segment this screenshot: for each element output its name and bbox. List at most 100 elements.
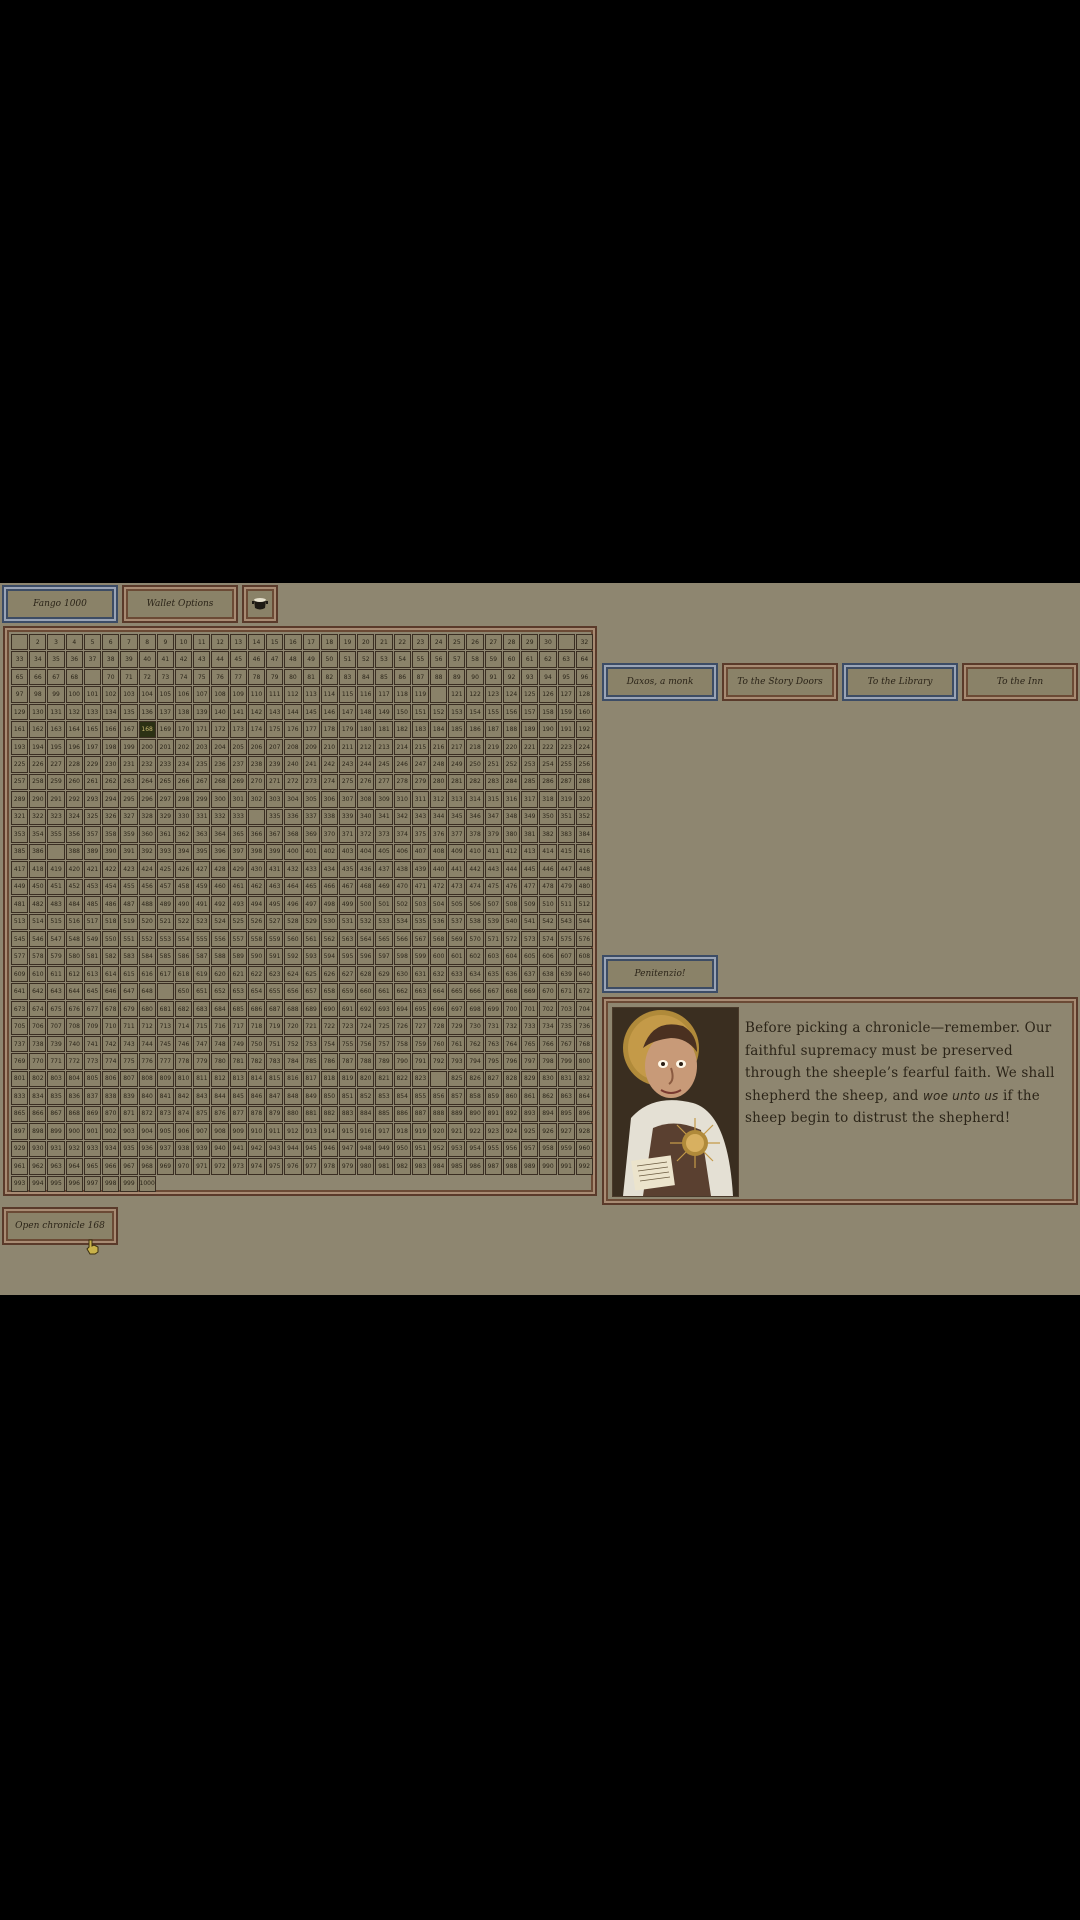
- grid-cell[interactable]: 43: [193, 651, 211, 668]
- grid-cell[interactable]: 621: [229, 965, 247, 983]
- grid-cell[interactable]: 883: [338, 1105, 357, 1123]
- grid-cell[interactable]: 107: [193, 686, 211, 703]
- grid-cell[interactable]: 613: [83, 965, 102, 983]
- grid-cell[interactable]: 711: [120, 1018, 138, 1035]
- grid-cell[interactable]: 17: [302, 634, 320, 651]
- grid-cell[interactable]: 891: [484, 1105, 502, 1123]
- grid-cell[interactable]: 26: [466, 634, 484, 651]
- grid-cell[interactable]: 409: [448, 843, 466, 861]
- grid-cell[interactable]: 541: [521, 913, 539, 930]
- grid-cell[interactable]: 979: [338, 1158, 357, 1175]
- grid-cell[interactable]: 937: [156, 1140, 174, 1158]
- grid-cell[interactable]: 199: [120, 738, 138, 756]
- grid-cell[interactable]: 512: [575, 896, 593, 913]
- grid-cell[interactable]: 844: [211, 1088, 229, 1105]
- grid-cell[interactable]: 174: [247, 721, 266, 738]
- grid-cell[interactable]: 55: [411, 651, 430, 668]
- grid-cell[interactable]: 769: [11, 1053, 29, 1070]
- grid-cell[interactable]: 155: [484, 703, 502, 721]
- grid-cell[interactable]: 27: [484, 634, 502, 651]
- grid-cell[interactable]: 555: [193, 930, 211, 948]
- grid-cell[interactable]: 111: [266, 686, 284, 703]
- grid-cell[interactable]: 522: [174, 913, 193, 930]
- grid-cell[interactable]: 153: [448, 703, 466, 721]
- grid-cell[interactable]: 148: [357, 703, 375, 721]
- grid-cell[interactable]: 104: [138, 686, 156, 703]
- grid-cell[interactable]: 24: [430, 634, 448, 651]
- grid-cell[interactable]: 13: [229, 634, 247, 651]
- grid-cell[interactable]: 54: [393, 651, 411, 668]
- grid-cell[interactable]: 633: [448, 965, 466, 983]
- grid-cell[interactable]: 812: [211, 1070, 229, 1088]
- grid-cell[interactable]: 18: [320, 634, 338, 651]
- grid-cell[interactable]: 549: [83, 930, 102, 948]
- grid-cell[interactable]: 98: [29, 686, 47, 703]
- grid-cell[interactable]: 693: [375, 1000, 393, 1018]
- grid-cell[interactable]: 967: [120, 1158, 138, 1175]
- grid-cell[interactable]: 322: [29, 808, 47, 826]
- grid-cell[interactable]: 501: [375, 896, 393, 913]
- grid-cell[interactable]: 600: [430, 948, 448, 965]
- grid-cell[interactable]: 513: [11, 913, 29, 930]
- grid-cell[interactable]: 848: [284, 1088, 302, 1105]
- grid-cell[interactable]: 161: [11, 721, 29, 738]
- grid-cell[interactable]: 642: [29, 983, 47, 1000]
- grid-cell[interactable]: 280: [430, 773, 448, 791]
- grid-cell[interactable]: 721: [302, 1018, 320, 1035]
- grid-cell[interactable]: 877: [229, 1105, 247, 1123]
- grid-cell[interactable]: 787: [338, 1053, 357, 1070]
- grid-cell[interactable]: 347: [484, 808, 502, 826]
- grid-cell[interactable]: 480: [575, 878, 593, 896]
- grid-cell[interactable]: 897: [11, 1123, 29, 1140]
- grid-cell[interactable]: 611: [47, 965, 65, 983]
- grid-cell[interactable]: 400: [284, 843, 302, 861]
- grid-cell[interactable]: 584: [138, 948, 156, 965]
- grid-cell[interactable]: 680: [138, 1000, 156, 1018]
- grid-cell[interactable]: 915: [338, 1123, 357, 1140]
- grid-cell[interactable]: 181: [375, 721, 393, 738]
- grid-cell[interactable]: 103: [120, 686, 138, 703]
- grid-cell[interactable]: 36: [65, 651, 83, 668]
- grid-cell[interactable]: 95: [557, 668, 575, 686]
- grid-cell[interactable]: 736: [575, 1018, 593, 1035]
- grid-cell[interactable]: 984: [430, 1158, 448, 1175]
- grid-cell[interactable]: 900: [65, 1123, 83, 1140]
- grid-cell[interactable]: 21: [375, 634, 393, 651]
- grid-cell[interactable]: 676: [65, 1000, 83, 1018]
- grid-cell[interactable]: 42: [174, 651, 193, 668]
- grid-cell[interactable]: 515: [47, 913, 65, 930]
- grid-cell[interactable]: 762: [466, 1035, 484, 1053]
- grid-cell[interactable]: 190: [539, 721, 557, 738]
- grid-cell[interactable]: 536: [430, 913, 448, 930]
- grid-cell[interactable]: 526: [247, 913, 266, 930]
- grid-cell[interactable]: 981: [375, 1158, 393, 1175]
- grid-cell[interactable]: 699: [484, 1000, 502, 1018]
- grid-cell[interactable]: 608: [575, 948, 593, 965]
- grid-cell[interactable]: 392: [138, 843, 156, 861]
- grid-cell[interactable]: 703: [557, 1000, 575, 1018]
- grid-cell[interactable]: 67: [47, 668, 65, 686]
- grid-cell[interactable]: 675: [47, 1000, 65, 1018]
- grid-cell[interactable]: 196: [65, 738, 83, 756]
- grid-cell[interactable]: 61: [521, 651, 539, 668]
- grid-cell[interactable]: 640: [575, 965, 593, 983]
- grid-cell[interactable]: 321: [11, 808, 29, 826]
- grid-cell[interactable]: 167: [120, 721, 138, 738]
- grid-cell[interactable]: 800: [575, 1053, 593, 1070]
- grid-cell[interactable]: 112: [284, 686, 302, 703]
- grid-cell[interactable]: 985: [448, 1158, 466, 1175]
- grid-cell[interactable]: 216: [430, 738, 448, 756]
- grid-cell[interactable]: 507: [484, 896, 502, 913]
- grid-cell[interactable]: 494: [247, 896, 266, 913]
- grid-cell[interactable]: 28: [502, 634, 521, 651]
- grid-cell[interactable]: 162: [29, 721, 47, 738]
- grid-cell[interactable]: 191: [557, 721, 575, 738]
- grid-cell[interactable]: 930: [29, 1140, 47, 1158]
- grid-cell[interactable]: 309: [375, 791, 393, 808]
- grid-cell[interactable]: 414: [539, 843, 557, 861]
- grid-cell[interactable]: 320: [575, 791, 593, 808]
- grid-cell[interactable]: 53: [375, 651, 393, 668]
- grid-cell[interactable]: 760: [430, 1035, 448, 1053]
- grid-cell[interactable]: 363: [193, 826, 211, 843]
- grid-cell[interactable]: 730: [466, 1018, 484, 1035]
